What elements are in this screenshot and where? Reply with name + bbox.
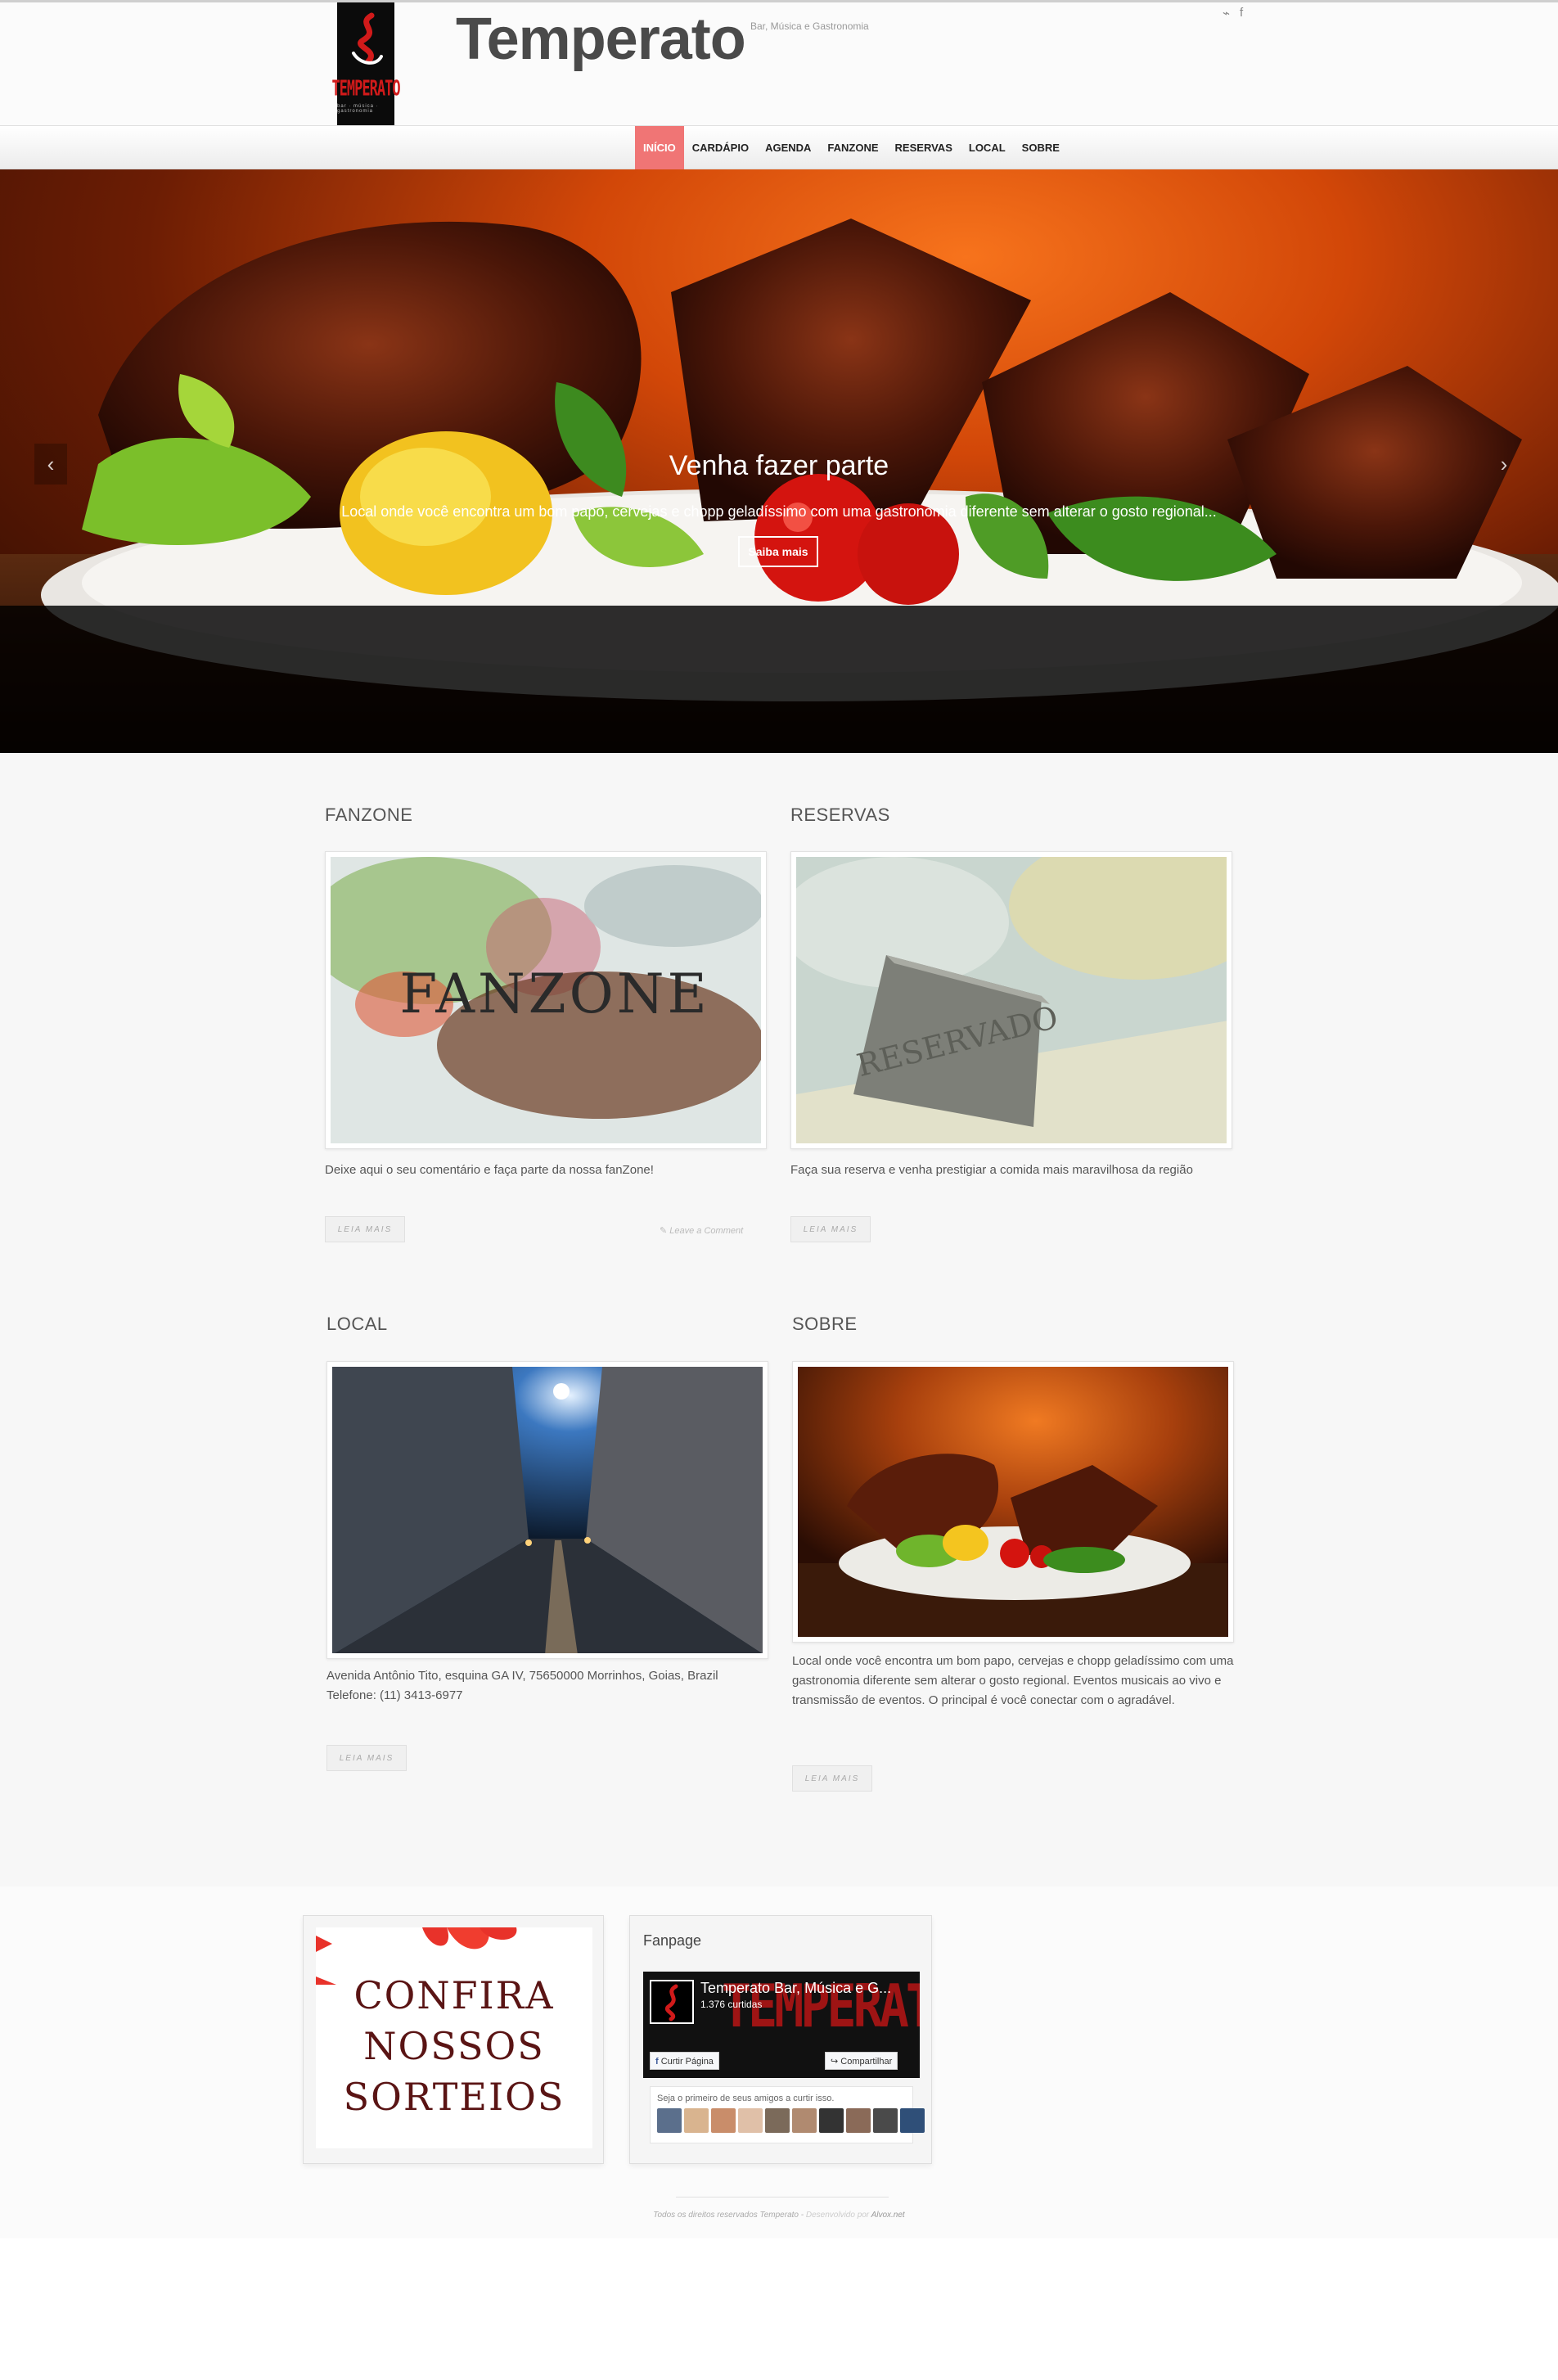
fanpage-friend-avatars: [657, 2108, 925, 2133]
fanzone-comment-link[interactable]: ✎ Leave a Comment: [660, 1225, 743, 1236]
sorteios-banner: CONFIRA NOSSOS SORTEIOS: [316, 1927, 592, 2148]
sobre-section-title[interactable]: SOBRE: [792, 1314, 858, 1335]
hero-caption-bar: [0, 606, 1558, 753]
friend-avatar[interactable]: [873, 2108, 898, 2133]
fanpage-avatar[interactable]: [650, 1980, 694, 2024]
social-links: ⌁ f: [1223, 6, 1243, 20]
footer-rights: Todos os direitos reservados Temperato: [653, 2211, 799, 2220]
footer-dev-link[interactable]: Alvox.net: [871, 2211, 905, 2220]
fanpage-page-name[interactable]: Temperato Bar, Música e G...: [700, 1980, 891, 1997]
nav-item-agenda[interactable]: AGENDA: [757, 126, 819, 170]
friend-avatar[interactable]: [819, 2108, 844, 2133]
hero-text: Local onde você encontra um bom papo, ce…: [341, 503, 1217, 520]
site-tagline: Bar, Música e Gastronomia: [750, 20, 869, 32]
reservas-image-frame[interactable]: RESERVADO: [790, 851, 1232, 1149]
sorteios-line-1: CONFIRA: [353, 1973, 555, 2017]
sorteios-line-2: NOSSOS: [363, 2024, 545, 2068]
reservas-image: RESERVADO: [796, 857, 1227, 1143]
logo-subtitle: bar · música · gastronomia: [337, 104, 379, 114]
fanpage-card[interactable]: TEMPERATO Temperato Bar, Música e G... 1…: [643, 1972, 920, 2078]
site-logo[interactable]: TEMPERATO bar · música · gastronomia: [331, 2, 401, 125]
friend-avatar[interactable]: [738, 2108, 763, 2133]
hero-saiba-mais-button[interactable]: Saiba mais: [738, 536, 818, 567]
sorteios-line-3: SORTEIOS: [343, 2075, 565, 2119]
rss-icon[interactable]: ⌁: [1223, 6, 1230, 20]
site-header: TEMPERATO bar · música · gastronomia Tem…: [0, 2, 1558, 125]
nav-item-local[interactable]: LOCAL: [961, 126, 1014, 170]
nav-item-cardapio[interactable]: CARDÁPIO: [684, 126, 757, 170]
sobre-text: Local onde você encontra um bom papo, ce…: [792, 1654, 1234, 1707]
friend-avatar[interactable]: [846, 2108, 871, 2133]
sobre-image-frame[interactable]: [792, 1361, 1234, 1643]
nav-item-sobre[interactable]: SOBRE: [1014, 126, 1068, 170]
friend-avatar[interactable]: [684, 2108, 709, 2133]
fanpage-title: Fanpage: [643, 1932, 702, 1949]
footer-dev-prefix: Desenvolvido por: [805, 2211, 870, 2220]
friend-avatar[interactable]: [792, 2108, 817, 2133]
friend-avatar[interactable]: [765, 2108, 790, 2133]
site-title[interactable]: Temperato: [456, 6, 746, 73]
fanzone-image: FANZONE: [331, 857, 761, 1143]
fanzone-text: Deixe aqui o seu comentário e faça parte…: [325, 1163, 654, 1177]
local-section-title[interactable]: LOCAL: [326, 1314, 388, 1335]
fanzone-image-word: FANZONE: [399, 962, 709, 1025]
fanzone-read-more-button[interactable]: LEIA MAIS: [325, 1216, 405, 1242]
fanpage-like-count: 1.376 curtidas: [700, 1999, 763, 2010]
site-footer: Todos os direitos reservados Temperato -…: [653, 2211, 905, 2220]
local-read-more-button[interactable]: LEIA MAIS: [326, 1745, 407, 1771]
comment-icon: ✎: [660, 1226, 670, 1236]
sorteios-widget[interactable]: CONFIRA NOSSOS SORTEIOS: [303, 1915, 604, 2164]
sobre-read-more-button[interactable]: LEIA MAIS: [792, 1765, 872, 1792]
friend-avatar[interactable]: [711, 2108, 736, 2133]
nav-item-reservas[interactable]: RESERVAS: [887, 126, 961, 170]
fanpage-widget: Fanpage TEMPERATO Temperato Bar, Música …: [629, 1915, 932, 2164]
fanzone-image-frame[interactable]: FANZONE: [325, 851, 767, 1149]
share-icon: ↪: [831, 2057, 841, 2067]
nav-item-fanzone[interactable]: FANZONE: [819, 126, 886, 170]
facebook-like-icon: f: [655, 2057, 661, 2067]
fanpage-friends-box: Seja o primeiro de seus amigos a curtir …: [650, 2086, 925, 2143]
local-image-frame[interactable]: [326, 1361, 768, 1659]
sobre-image: [798, 1367, 1228, 1637]
fanzone-section-title[interactable]: FANZONE: [325, 805, 412, 826]
local-image: [332, 1367, 763, 1653]
fanpage-like-button[interactable]: f Curtir Página: [650, 2052, 719, 2070]
nav-item-inicio[interactable]: INÍCIO: [635, 126, 684, 170]
main-navigation: INÍCIO CARDÁPIO AGENDA FANZONE RESERVAS …: [0, 125, 1558, 170]
page-bottom: [0, 2238, 1558, 2380]
local-address: Avenida Antônio Tito, esquina GA IV, 756…: [326, 1669, 718, 1683]
local-phone: Telefone: (11) 3413-6977: [326, 1688, 463, 1702]
fanpage-share-button[interactable]: ↪ Compartilhar: [825, 2052, 898, 2070]
fanpage-friends-text: Seja o primeiro de seus amigos a curtir …: [657, 2094, 835, 2103]
reservas-section-title[interactable]: RESERVAS: [790, 805, 890, 826]
facebook-icon[interactable]: f: [1240, 6, 1243, 20]
reservas-text: Faça sua reserva e venha prestigiar a co…: [790, 1163, 1193, 1177]
friend-avatar[interactable]: [900, 2108, 925, 2133]
friend-avatar[interactable]: [657, 2108, 682, 2133]
hero-title: Venha fazer parte: [669, 450, 889, 481]
logo-swirl-icon: [352, 12, 383, 65]
logo-wordmark: TEMPERATO: [331, 77, 400, 101]
reservas-read-more-button[interactable]: LEIA MAIS: [790, 1216, 871, 1242]
